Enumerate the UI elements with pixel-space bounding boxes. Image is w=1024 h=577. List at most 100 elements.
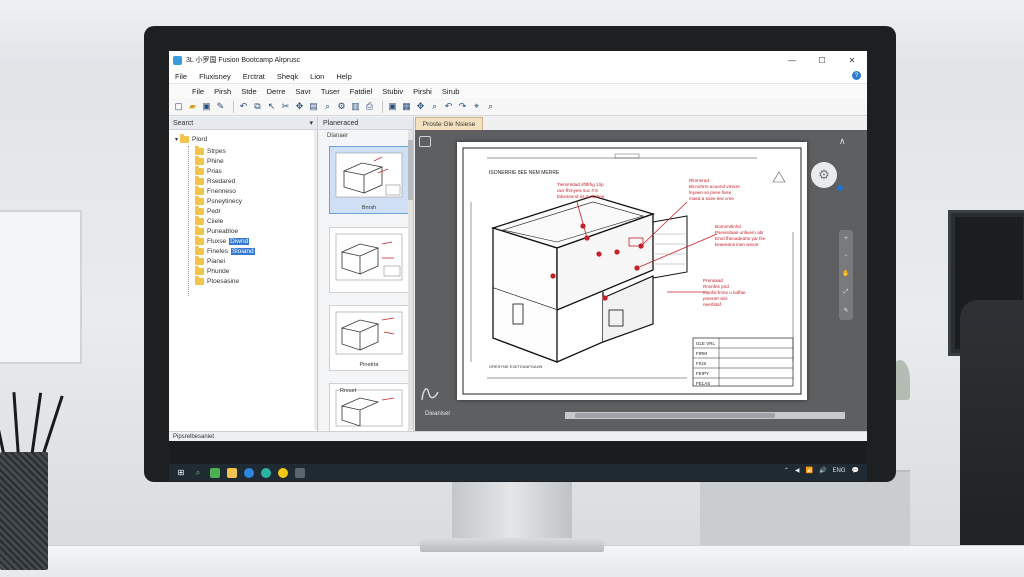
redo-arrow-icon[interactable]: ↷ <box>457 101 468 112</box>
pencil-icon[interactable]: ✎ <box>843 307 848 314</box>
expand-icon[interactable]: ▾ <box>175 136 178 143</box>
tool-icon[interactable]: ⚙ <box>336 101 347 112</box>
curve-tool-icon[interactable] <box>419 380 441 402</box>
drawing-viewer[interactable]: ∧ ⚙ + − ✋ ⤢ ✎ ISONERRIE 8EE NEM MERRE OR… <box>415 130 867 431</box>
fit-icon[interactable]: ⤢ <box>844 289 849 296</box>
tray-language[interactable]: ENG <box>833 468 846 474</box>
copy-icon[interactable]: ⧉ <box>252 101 263 112</box>
ribbon-tab[interactable]: Derre <box>262 87 291 96</box>
ribbon-tab[interactable]: Tuser <box>316 87 345 96</box>
open-folder-icon[interactable]: ▰ <box>187 101 198 112</box>
zoom-in-icon[interactable]: + <box>844 236 848 242</box>
ribbon-tab[interactable]: Pirsh <box>209 87 236 96</box>
zoom-icon[interactable]: ⌕ <box>322 101 333 112</box>
tree-item[interactable]: Puneabloe <box>195 226 238 236</box>
close-button[interactable]: ✕ <box>837 51 867 69</box>
ribbon-tab[interactable]: Sirub <box>437 87 465 96</box>
tray-notification-icon[interactable]: 💬 <box>852 467 859 474</box>
tray-network-icon[interactable]: ◀ <box>795 467 800 474</box>
tree-item[interactable]: Rsedared <box>195 176 235 186</box>
tray-wifi-icon[interactable]: 📶 <box>806 467 813 474</box>
tree-item[interactable]: Pedr <box>195 206 221 216</box>
menu-file[interactable]: File <box>169 72 193 81</box>
chevron-down-icon[interactable]: ▾ <box>309 119 313 127</box>
page-thumbnail[interactable] <box>329 227 409 293</box>
undo-arrow-icon[interactable]: ↶ <box>443 101 454 112</box>
note-line: Tiemmtdad sfltfrhg 1/ip <box>557 182 604 187</box>
folder-icon <box>195 166 204 175</box>
comment-icon[interactable] <box>419 136 431 147</box>
pan-icon[interactable]: ✋ <box>842 270 849 277</box>
ribbon-tab[interactable]: Stde <box>236 87 261 96</box>
print-icon[interactable]: ⎙ <box>364 101 375 112</box>
maximize-button[interactable]: ☐ <box>807 51 837 69</box>
zoom-in-icon[interactable]: ⌕ <box>429 101 440 112</box>
help-icon[interactable]: ? <box>852 71 861 80</box>
thumbs-scrollbar[interactable] <box>408 130 413 430</box>
app-icon-gray[interactable] <box>295 467 305 478</box>
tree-item[interactable]: Prias <box>195 166 222 176</box>
app-icon-teal[interactable] <box>261 467 271 478</box>
tree-root-label: Plord <box>192 136 208 143</box>
measure-icon[interactable]: ⌖ <box>471 101 482 112</box>
tree-item[interactable]: Ptoesasine <box>195 276 239 286</box>
menu-item[interactable]: Lion <box>304 72 330 81</box>
tree-item[interactable]: Strpes <box>195 146 226 156</box>
note-line: maed a suee lew cree <box>689 196 734 201</box>
page-thumbnail[interactable]: Pinetrta <box>329 305 409 371</box>
layers-icon[interactable]: ▥ <box>350 101 361 112</box>
minimize-button[interactable]: — <box>777 51 807 69</box>
cut-icon[interactable]: ✂ <box>280 101 291 112</box>
tree-item[interactable]: Psneytinecy <box>195 196 242 206</box>
tree-item[interactable]: Fluxse Diwnd <box>195 236 250 246</box>
menu-item[interactable]: Erctrat <box>237 72 271 81</box>
tree-item[interactable]: Fnenneso <box>195 186 236 196</box>
pan-icon[interactable]: ✥ <box>415 101 426 112</box>
ribbon-tab[interactable]: Fatdiel <box>345 87 378 96</box>
selected-item-label[interactable]: Diwnd <box>229 238 250 245</box>
tree-root[interactable]: ▾ Plord <box>175 134 208 143</box>
frame-icon[interactable]: ▣ <box>387 101 398 112</box>
tree-item[interactable]: Phunde <box>195 266 229 276</box>
pages-icon[interactable]: ▦ <box>401 101 412 112</box>
edit-icon[interactable]: ✎ <box>215 101 226 112</box>
tree-item[interactable]: Pianei <box>195 256 225 266</box>
zoom-out-icon[interactable]: − <box>844 253 848 259</box>
menu-item[interactable]: Sheqk <box>271 72 304 81</box>
folder-icon[interactable] <box>227 467 237 478</box>
image-icon[interactable]: ▤ <box>308 101 319 112</box>
chevron-up-icon[interactable]: ∧ <box>839 136 846 147</box>
viewer-tool-strip[interactable]: + − ✋ ⤢ ✎ <box>839 230 853 320</box>
tray-volume-icon[interactable]: 🔊 <box>819 467 826 474</box>
ribbon-tab[interactable]: Pirshi <box>408 87 437 96</box>
tray-chevron-icon[interactable]: ⌃ <box>784 467 789 474</box>
viewer-horizontal-scrollbar[interactable] <box>565 412 845 419</box>
menu-help[interactable]: Help <box>330 72 357 81</box>
move-icon[interactable]: ✥ <box>294 101 305 112</box>
search-icon[interactable]: ⌕ <box>485 101 496 112</box>
tree-item[interactable]: Phine <box>195 156 224 166</box>
taskbar: ⊞ ⌕ ⌃ ◀ 📶 🔊 ENG 💬 <box>169 464 867 481</box>
cursor-icon[interactable]: ↖ <box>266 101 277 112</box>
tree-scrollbar[interactable] <box>314 130 317 430</box>
navigation-wheel-icon[interactable]: ⚙ <box>811 162 837 188</box>
search-icon[interactable]: ⌕ <box>193 468 203 478</box>
new-file-icon[interactable]: ▢ <box>173 101 184 112</box>
menu-item[interactable]: Fluxisney <box>193 72 237 81</box>
browser-icon[interactable] <box>244 467 254 478</box>
tree-item[interactable]: Fineles Sloiand <box>195 246 255 256</box>
app-icon-yellow[interactable] <box>278 467 288 478</box>
start-icon[interactable]: ⊞ <box>176 468 186 478</box>
app-icon-green[interactable] <box>210 467 220 478</box>
tree-item[interactable]: Ciiele <box>195 216 223 226</box>
save-icon[interactable]: ▣ <box>201 101 212 112</box>
ribbon-tab[interactable]: Savr <box>290 87 315 96</box>
drawing-scale-label: ORESYNE EXETEANFGAHN <box>489 364 542 369</box>
ribbon-tab[interactable]: File <box>187 87 209 96</box>
page-thumbnail[interactable]: Rrvuet <box>329 383 409 433</box>
undo-icon[interactable]: ↶ <box>238 101 249 112</box>
ribbon-tab[interactable]: Stubiv <box>377 87 408 96</box>
page-thumbnail[interactable]: Bnrsh <box>329 146 409 214</box>
document-tab[interactable]: Proste Gle Nsiese <box>415 117 483 130</box>
selected-item-label[interactable]: Sloiand <box>230 248 255 255</box>
